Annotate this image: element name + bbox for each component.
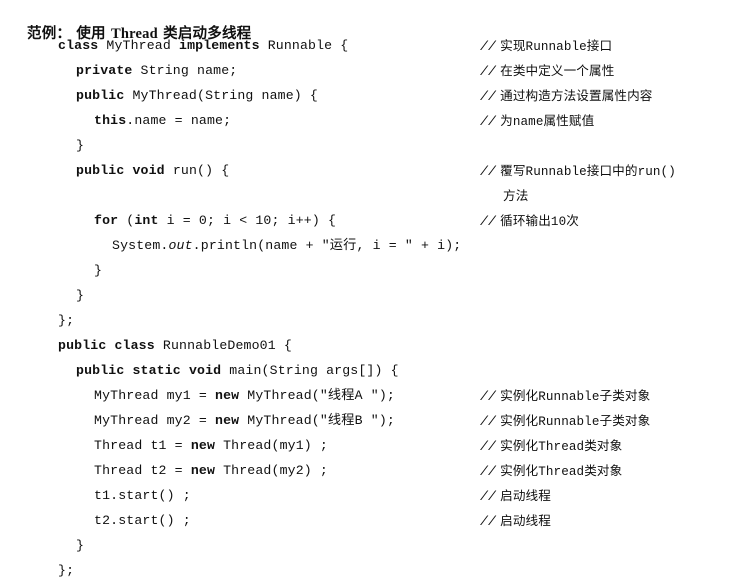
code-keyword: implements	[179, 38, 260, 53]
code-keyword: new	[215, 413, 240, 428]
comment-marker: //	[480, 64, 497, 79]
comment-code-token: Runnable	[538, 415, 600, 429]
code-line: public static void main(String args[]) {	[0, 358, 744, 383]
code-keyword: this	[94, 113, 127, 128]
code-line-text: Thread t1 = new Thread(my1) ;	[94, 438, 328, 453]
code-keyword: public	[76, 88, 125, 103]
code-line-text: public MyThread(String name) {	[76, 88, 318, 103]
code-line-text: this.name = name;	[94, 113, 232, 128]
comment-code-token: Thread	[538, 440, 585, 454]
code-comment: // 实例化Runnable子类对象	[480, 413, 651, 429]
comment-code-token: 10	[550, 215, 567, 229]
code-comment: // 实例化Runnable子类对象	[480, 388, 651, 404]
comment-marker: //	[480, 89, 497, 104]
code-line: };	[0, 558, 744, 583]
code-line-text: for (int i = 0; i < 10; i++) {	[94, 213, 337, 228]
code-field: out	[168, 238, 193, 253]
code-line: class MyThread implements Runnable { // 实…	[0, 33, 744, 58]
code-comment: // 实例化Thread类对象	[480, 463, 623, 479]
code-comment: // 在类中定义一个属性	[480, 63, 615, 79]
comment-code-token: Runnable	[525, 40, 587, 54]
code-line-text: }	[76, 288, 85, 303]
code-line: this.name = name; // 为name属性赋值	[0, 108, 744, 133]
comment-marker: //	[480, 389, 497, 404]
comment-code-token: Thread	[538, 465, 585, 479]
code-keyword: static	[132, 363, 181, 378]
comment-code-token: name	[512, 115, 544, 129]
code-keyword: public	[76, 163, 125, 178]
code-comment: // 为name属性赋值	[480, 113, 595, 129]
code-line-text: t1.start() ;	[94, 488, 191, 503]
code-line-text: }	[76, 538, 85, 553]
code-line-text: public class RunnableDemo01 {	[58, 338, 292, 353]
code-comment: 方法	[503, 188, 529, 203]
code-line: t2.start() ; // 启动线程	[0, 508, 744, 533]
code-line: }	[0, 258, 744, 283]
code-keyword: public	[76, 363, 125, 378]
code-line: private String name; // 在类中定义一个属性	[0, 58, 744, 83]
code-comment: // 通过构造方法设置属性内容	[480, 88, 653, 104]
page-root: 范例： 使用 Thread 类启动多线程 class MyThread impl…	[0, 0, 744, 578]
code-line: for (int i = 0; i < 10; i++) { // 循环输出10次	[0, 208, 744, 233]
comment-marker: //	[480, 464, 497, 479]
code-line-text: Thread t2 = new Thread(my2) ;	[94, 463, 328, 478]
comment-marker: //	[480, 164, 497, 179]
code-keyword: class	[58, 38, 99, 53]
comment-marker: //	[480, 214, 497, 229]
code-line-text: private String name;	[76, 63, 238, 78]
code-listing: class MyThread implements Runnable { // 实…	[0, 33, 744, 583]
code-line: }	[0, 133, 744, 158]
code-line-text: };	[58, 563, 75, 578]
comment-code-token: run()	[637, 165, 676, 179]
code-line: Thread t1 = new Thread(my1) ; // 实例化Threa…	[0, 433, 744, 458]
code-keyword: int	[134, 213, 159, 228]
comment-marker: //	[480, 414, 497, 429]
code-line: t1.start() ; // 启动线程	[0, 483, 744, 508]
code-line: public MyThread(String name) { // 通过构造方法设…	[0, 83, 744, 108]
code-line-text: public static void main(String args[]) {	[76, 363, 399, 378]
code-comment: // 循环输出10次	[480, 213, 579, 229]
comment-marker: //	[480, 114, 497, 129]
code-line: System.out.println(name + "运行, i = " + i…	[0, 233, 744, 258]
code-keyword: new	[190, 438, 216, 453]
comment-code-token: Runnable	[538, 390, 600, 404]
code-line-text: MyThread my1 = new MyThread("线程A ");	[94, 388, 395, 403]
code-keyword: class	[114, 338, 155, 353]
code-keyword: for	[94, 213, 119, 228]
code-comment: // 启动线程	[480, 513, 551, 529]
code-line: MyThread my2 = new MyThread("线程B "); // 实…	[0, 408, 744, 433]
comment-marker: //	[480, 514, 497, 529]
code-line-text: public void run() {	[76, 163, 230, 178]
code-line: MyThread my1 = new MyThread("线程A "); // 实…	[0, 383, 744, 408]
code-line: }	[0, 283, 744, 308]
code-comment: // 启动线程	[480, 488, 551, 504]
code-comment: // 实例化Thread类对象	[480, 438, 623, 454]
code-keyword: void	[132, 163, 165, 178]
code-line-text: class MyThread implements Runnable {	[58, 38, 349, 53]
comment-marker: //	[480, 439, 497, 454]
code-keyword: new	[215, 388, 240, 403]
code-keyword: new	[190, 463, 216, 478]
code-line-text: t2.start() ;	[94, 513, 191, 528]
code-line-text: MyThread my2 = new MyThread("线程B ");	[94, 413, 395, 428]
code-comment: // 实现Runnable接口	[480, 38, 613, 54]
code-line-text: System.out.println(name + "运行, i = " + i…	[112, 238, 462, 253]
code-line: public class RunnableDemo01 {	[0, 333, 744, 358]
code-line-text: }	[76, 138, 85, 153]
code-keyword: public	[58, 338, 107, 353]
code-line-text: }	[94, 263, 103, 278]
code-keyword: private	[76, 63, 133, 78]
code-line: Thread t2 = new Thread(my2) ; // 实例化Threa…	[0, 458, 744, 483]
code-line: 方法	[0, 183, 744, 208]
code-line-text: };	[58, 313, 75, 328]
code-line: }	[0, 533, 744, 558]
code-line: };	[0, 308, 744, 333]
code-keyword: void	[188, 363, 222, 378]
code-line: public void run() { // 覆写Runnable接口中的run(…	[0, 158, 744, 183]
comment-marker: //	[480, 489, 497, 504]
comment-code-token: Runnable	[525, 165, 587, 179]
code-comment: // 覆写Runnable接口中的run()	[480, 163, 676, 179]
comment-marker: //	[480, 39, 497, 54]
